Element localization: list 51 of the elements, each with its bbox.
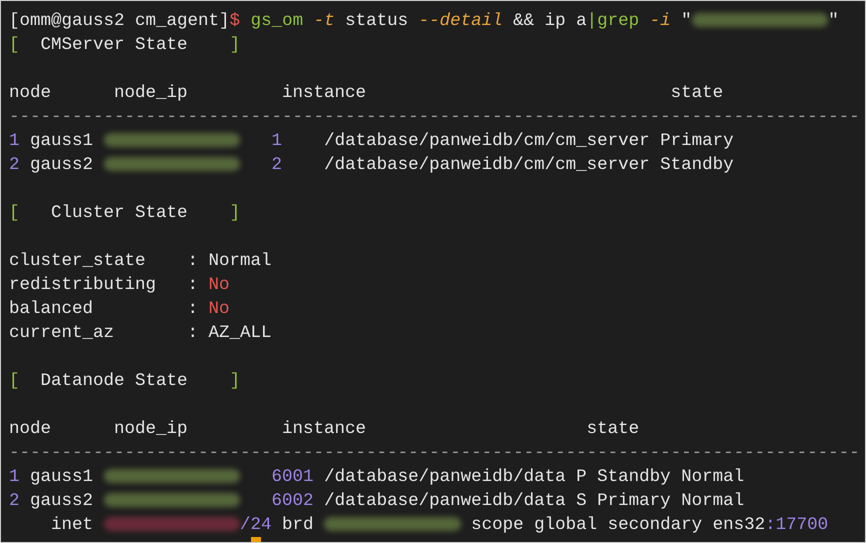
terminal-text: /24 xyxy=(240,515,272,535)
terminal-text: [ xyxy=(9,371,20,391)
terminal-text: current_az : AZ_ALL xyxy=(9,323,272,343)
terminal-text: ] xyxy=(230,35,240,55)
terminal-text: 2 xyxy=(9,491,20,511)
terminal-text: " xyxy=(828,11,839,31)
terminal-text: brd xyxy=(281,515,315,535)
terminal-text: " xyxy=(680,11,692,31)
terminal-text: 2 xyxy=(9,155,20,175)
terminal-text: inet xyxy=(50,515,94,535)
terminal-text: 1 xyxy=(9,131,20,151)
terminal-text: CMServer State xyxy=(40,35,189,55)
terminal-text: --------------------------------------------------------------------------------- xyxy=(9,443,860,463)
terminal-text: [ xyxy=(9,35,20,55)
terminal-text: /database/panweidb/cm/cm_server Primary xyxy=(323,131,734,151)
terminal-text: -t xyxy=(314,11,335,31)
terminal-text: gs_om xyxy=(250,11,304,31)
terminal-text: |grep xyxy=(586,11,640,31)
terminal-text: ] xyxy=(230,371,240,391)
terminal-text: [omm@gauss2 cm_agent] xyxy=(9,11,230,31)
terminal-text: gauss1 xyxy=(29,467,94,487)
terminal-text: No xyxy=(208,299,230,319)
terminal-text: gauss1 xyxy=(29,131,94,151)
terminal-text: 6001 xyxy=(270,467,314,487)
terminal-text: 6002 xyxy=(270,491,314,511)
terminal-text: node node_ip instance state xyxy=(9,83,724,103)
terminal-text: Cluster State xyxy=(50,203,189,223)
terminal-text: :17700 xyxy=(765,515,828,535)
terminal-text: 1 xyxy=(270,131,282,151)
terminal-text: Datanode State xyxy=(40,371,189,391)
terminal-text: /database/panweidb/data P Standby Normal xyxy=(323,467,744,487)
terminal-text: status xyxy=(344,11,410,31)
terminal-text: redistributing : xyxy=(9,275,200,295)
terminal-text: -i xyxy=(650,11,671,31)
terminal-text: No xyxy=(208,275,230,295)
terminal-text: --detail xyxy=(418,11,503,31)
terminal-text: $ xyxy=(230,11,242,31)
terminal-text: scope global secondary ens32 xyxy=(470,515,766,535)
terminal-text: node node_ip instance state xyxy=(9,419,640,439)
terminal-text: [ xyxy=(9,203,20,223)
terminal-text: ] xyxy=(230,203,240,223)
terminal-text: --------------------------------------------------------------------------------- xyxy=(9,107,860,127)
terminal-text: /database/panweidb/data S Primary Normal xyxy=(323,491,744,511)
terminal-text: gauss2 xyxy=(29,155,94,175)
terminal-text: /database/panweidb/cm/cm_server Standby xyxy=(323,155,734,175)
terminal-text: balanced : xyxy=(9,299,200,319)
terminal-text: && ip a xyxy=(512,11,587,31)
terminal-text: 2 xyxy=(270,155,282,175)
terminal-text: cluster_state : Normal xyxy=(9,251,272,271)
terminal-text: gauss2 xyxy=(29,491,94,511)
terminal-text: 1 xyxy=(9,467,20,487)
